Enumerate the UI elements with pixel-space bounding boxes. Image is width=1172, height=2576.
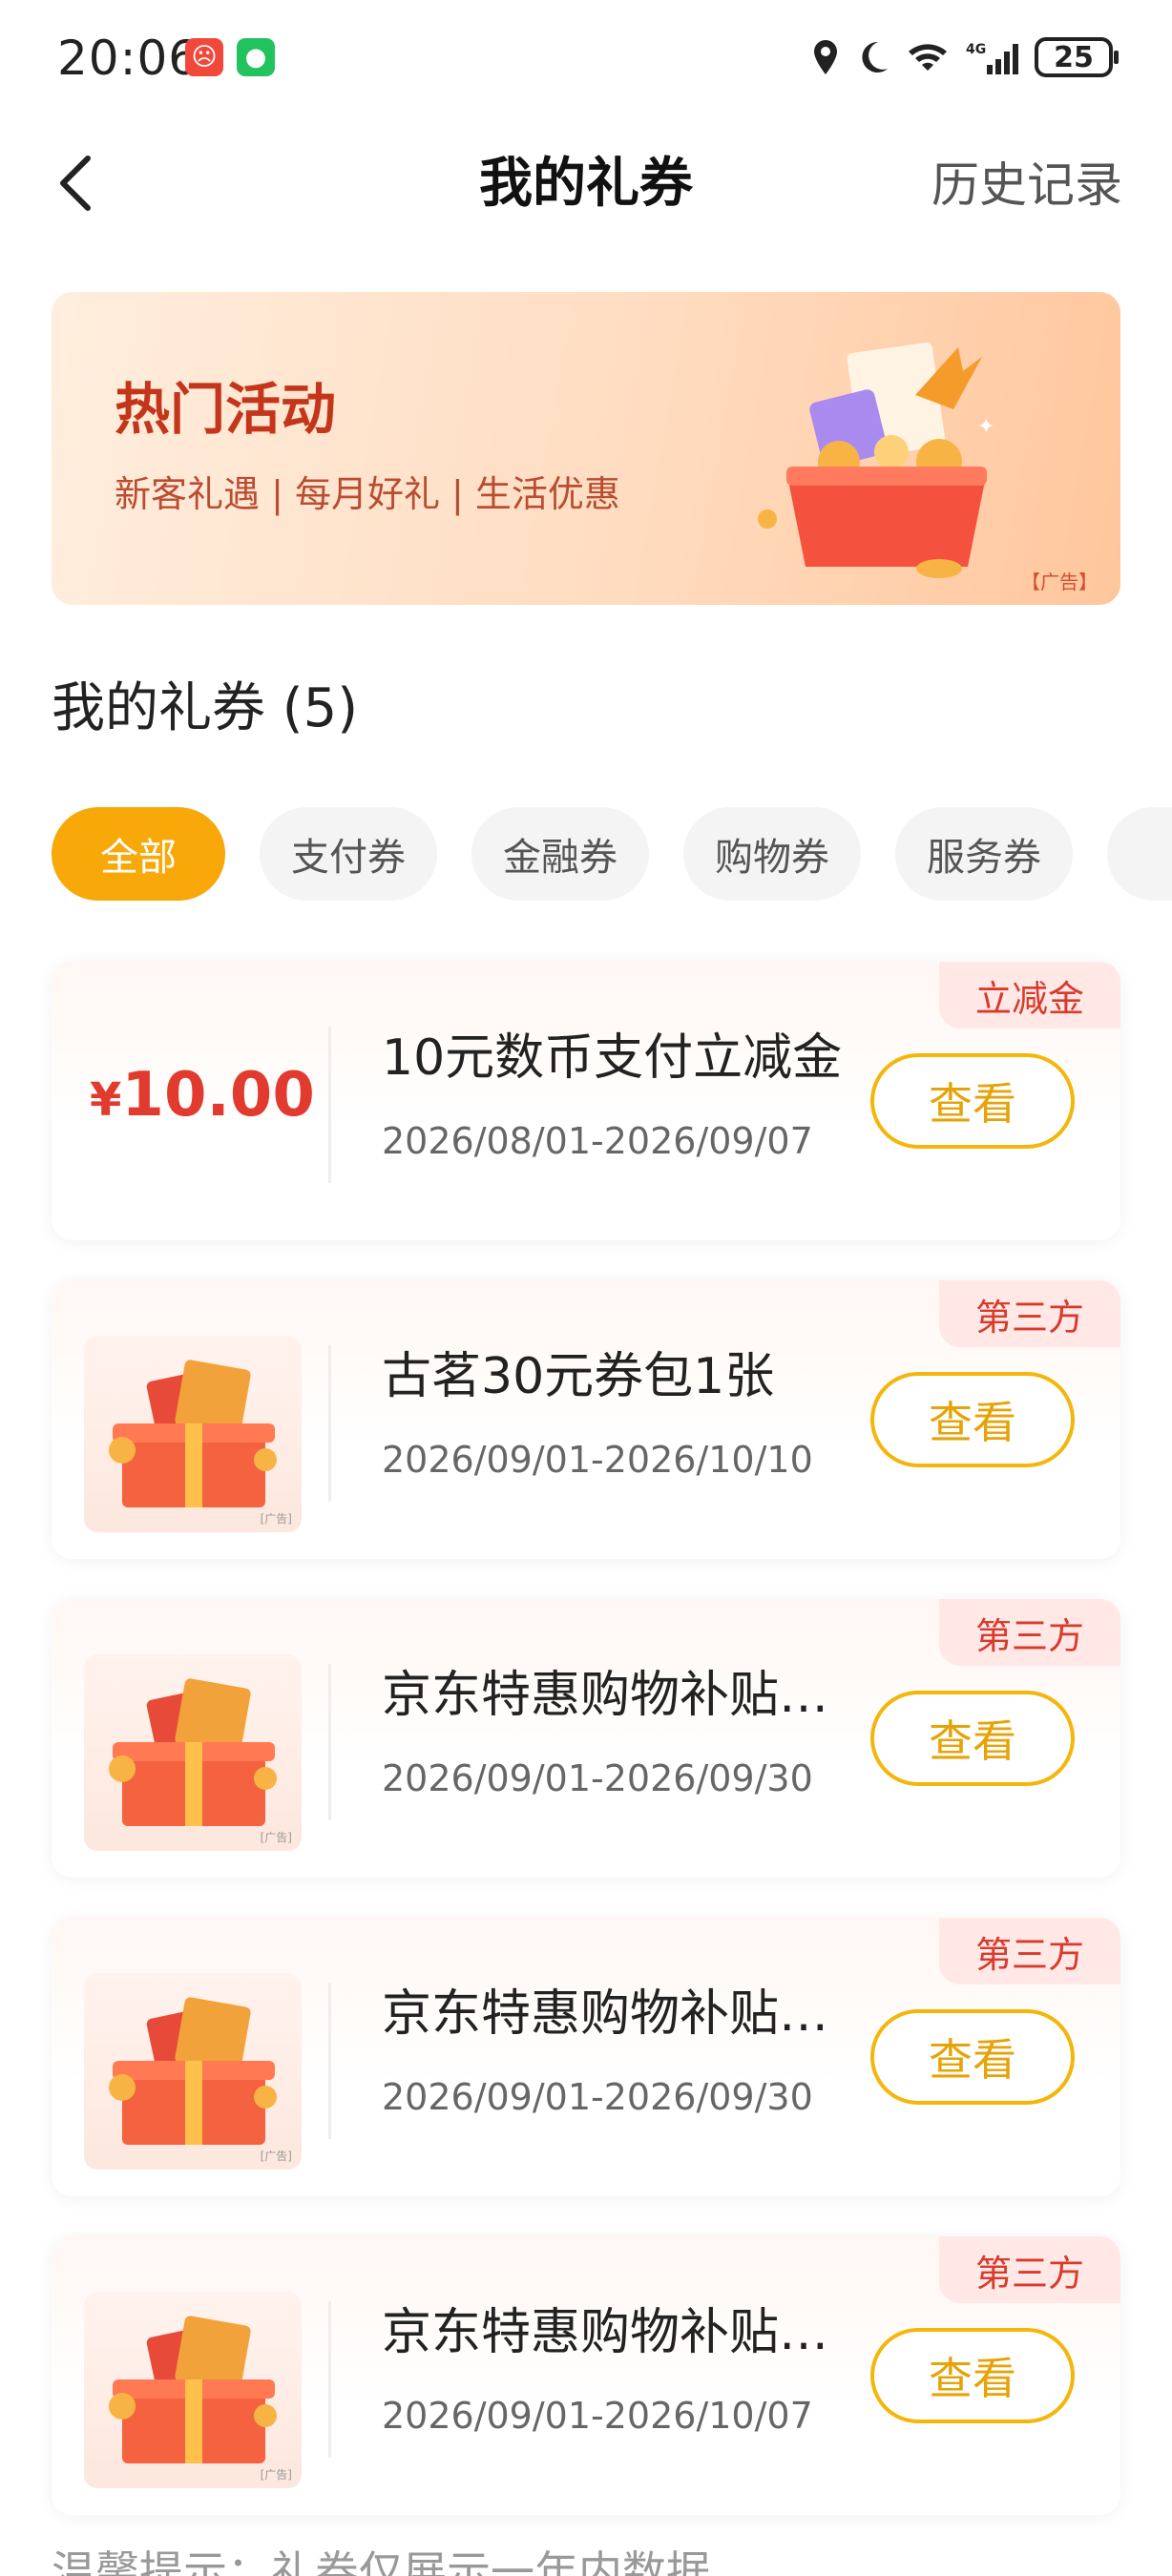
nav-bar: 我的礼券 历史记录 (0, 116, 1172, 250)
coupon-date: 2026/09/01-2026/09/30 (382, 1757, 813, 1799)
coupon-card[interactable]: 立减金 ¥10.00 10元数币支付立减金 2026/08/01-2026/09… (52, 962, 1120, 1240)
gift-box-icon (109, 1360, 277, 1507)
coupon-card[interactable]: 第三方 [广告] 古茗30元券包1张 2026/09/01-2026/10/10… (52, 1280, 1120, 1559)
divider (328, 1345, 331, 1502)
history-link[interactable]: 历史记录 (931, 155, 1122, 216)
svg-text:✦: ✦ (977, 415, 994, 439)
thumb-ad-label: [广告] (260, 2150, 292, 2163)
coupon-amount: ¥10.00 (90, 1057, 315, 1138)
notification-app-icon: ☹ (185, 38, 223, 76)
wifi-icon (909, 44, 947, 71)
filter-more[interactable]: 代 (1107, 807, 1172, 901)
coupon-tag: 立减金 (939, 962, 1120, 1028)
gift-box-icon (109, 1678, 277, 1826)
view-button[interactable]: 查看 (870, 1691, 1075, 1786)
filter-finance[interactable]: 金融券 (471, 807, 649, 901)
banner-subtitle: 新客礼遇 | 每月好礼 | 生活优惠 (115, 473, 620, 515)
location-icon (814, 40, 837, 74)
gift-box-icon (109, 2316, 277, 2463)
coupon-thumbnail: [广告] (84, 1654, 302, 1851)
gift-basket-icon: ✦ (758, 343, 994, 578)
filter-payment[interactable]: 支付券 (260, 807, 437, 901)
coupon-thumbnail: [广告] (84, 1336, 302, 1532)
filter-all[interactable]: 全部 (52, 807, 225, 901)
coupon-date: 2026/09/01-2026/09/30 (382, 2076, 813, 2118)
wechat-notification-icon: ● (237, 38, 275, 76)
filter-shopping[interactable]: 购物券 (683, 807, 861, 901)
divider (328, 2301, 331, 2458)
footer-note: 温馨提示：礼券仅展示一年内数据 (52, 2546, 710, 2576)
coupon-date: 2026/09/01-2026/10/07 (382, 2395, 813, 2437)
svg-text:4G: 4G (966, 42, 986, 57)
coupon-title: 京东特惠购物补贴… (382, 1985, 829, 2043)
coupon-date: 2026/08/01-2026/09/07 (382, 1120, 813, 1162)
status-time: 20:06 (57, 31, 200, 86)
coupon-tag: 第三方 (939, 1280, 1120, 1347)
coupon-tag: 第三方 (939, 2236, 1120, 2303)
coupon-thumbnail: [广告] (84, 2292, 302, 2488)
view-button[interactable]: 查看 (870, 2009, 1075, 2105)
coupon-title: 京东特惠购物补贴… (382, 2304, 829, 2361)
moon-icon (862, 41, 888, 73)
coupon-title: 京东特惠购物补贴… (382, 1667, 829, 1724)
coupon-tag: 第三方 (939, 1599, 1120, 1666)
battery-icon: 25 (1035, 37, 1119, 77)
coupon-card[interactable]: 第三方 [广告] 京东特惠购物补贴… 2026/09/01-2026/10/07… (52, 2236, 1120, 2515)
coupon-card[interactable]: 第三方 [广告] 京东特惠购物补贴… 2026/09/01-2026/09/30… (52, 1599, 1120, 1878)
banner-title: 热门活动 (115, 377, 337, 442)
thumb-ad-label: [广告] (260, 2468, 292, 2482)
view-button[interactable]: 查看 (870, 1372, 1075, 1467)
coupon-title: 古茗30元券包1张 (382, 1348, 775, 1405)
view-button[interactable]: 查看 (870, 2328, 1075, 2423)
filter-service[interactable]: 服务券 (895, 807, 1073, 901)
coupon-card[interactable]: 第三方 [广告] 京东特惠购物补贴… 2026/09/01-2026/09/30… (52, 1918, 1120, 2196)
divider (328, 1983, 331, 2139)
status-bar: 20:06 ☹ ● 4G 25 (0, 0, 1172, 116)
coupon-date: 2026/09/01-2026/10/10 (382, 1439, 813, 1481)
divider (328, 1664, 331, 1820)
amount-value: 10.00 (121, 1060, 315, 1131)
system-icons: 4G 25 (811, 32, 1119, 82)
cellular-4g-icon: 4G (966, 42, 1018, 74)
ad-label: 【广告】 (1021, 571, 1098, 593)
coupon-thumbnail: [广告] (84, 1973, 302, 2170)
promo-banner[interactable]: 热门活动 新客礼遇 | 每月好礼 | 生活优惠 ✦ 【广告】 (52, 292, 1120, 605)
divider (328, 1027, 331, 1183)
filter-tabs: 全部支付券金融券购物券服务券代 (52, 807, 1172, 901)
thumb-ad-label: [广告] (260, 1831, 292, 1844)
view-button[interactable]: 查看 (870, 1053, 1075, 1149)
coupon-tag: 第三方 (939, 1918, 1120, 1984)
section-title: 我的礼券 (5) (52, 677, 359, 739)
thumb-ad-label: [广告] (260, 1512, 292, 1526)
gift-box-icon (109, 1997, 277, 2145)
currency-symbol: ¥ (90, 1073, 122, 1127)
coupon-title: 10元数币支付立减金 (382, 1029, 843, 1087)
